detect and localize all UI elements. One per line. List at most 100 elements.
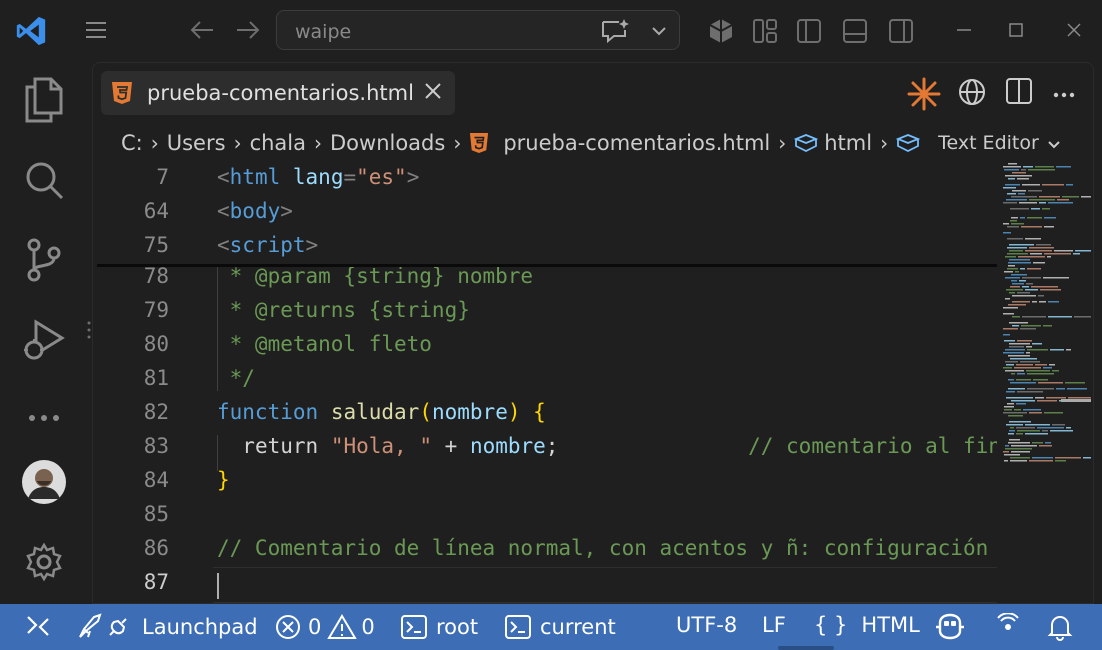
minimap-line [1011, 451, 1030, 453]
terminal-root-item[interactable]: root [400, 613, 478, 641]
minimap[interactable] [1001, 161, 1093, 603]
run-debug-icon[interactable] [18, 314, 70, 366]
line-number: 75 [143, 233, 169, 257]
minimap-line [1008, 355, 1030, 357]
minimap-line [1029, 412, 1042, 414]
close-tab-icon[interactable] [423, 81, 447, 105]
terminal-current-label: current [540, 615, 616, 639]
maximize-icon[interactable] [1004, 18, 1028, 42]
terminal-current-item[interactable]: current [504, 613, 616, 641]
menu-icon[interactable] [80, 14, 112, 46]
minimap-line [1009, 244, 1034, 246]
breadcrumb-editor[interactable]: Text Editor [938, 132, 1039, 154]
split-editor-icon[interactable] [1005, 77, 1035, 107]
minimap-line [1003, 352, 1024, 354]
braces-icon: { } [814, 613, 848, 637]
minimap-line [1012, 190, 1026, 192]
minimap-line [1005, 445, 1009, 447]
minimap-line [1052, 370, 1059, 372]
breadcrumb-user[interactable]: chala [250, 131, 306, 155]
forward-arrow-icon[interactable] [232, 14, 264, 46]
breadcrumb-file[interactable]: prueba-comentarios.html [503, 131, 770, 155]
launchpad-item[interactable]: Launchpad [76, 613, 258, 641]
current-line-highlight [213, 567, 997, 603]
minimap-line [1055, 457, 1081, 459]
minimap-line [1047, 256, 1051, 258]
breadcrumb-drive[interactable]: C: [121, 131, 143, 155]
code-line[interactable]: } [217, 468, 230, 492]
minimap-line [1007, 226, 1019, 228]
minimize-icon[interactable] [952, 18, 976, 42]
minimap-line [1046, 397, 1066, 399]
code-line[interactable]: * @metanol fleto [217, 332, 432, 356]
copilot-chat-icon[interactable] [599, 17, 631, 45]
breadcrumb-downloads[interactable]: Downloads [330, 131, 445, 155]
code-line[interactable]: * @param {string} nombre [217, 267, 533, 288]
minimap-line [1017, 373, 1025, 375]
eol-item[interactable]: LF [762, 613, 786, 637]
minimap-line [1066, 184, 1073, 186]
layout-icon[interactable] [748, 14, 782, 48]
explorer-icon[interactable] [18, 74, 70, 126]
minimap-line [1044, 217, 1056, 219]
toggle-panel-icon[interactable] [838, 14, 872, 48]
sparkle-icon[interactable] [907, 77, 941, 111]
code-line[interactable]: return "Hola, " + nombre; // comentario … [217, 434, 997, 458]
breadcrumb-users[interactable]: Users [167, 131, 226, 155]
chevron-down-icon[interactable] [1047, 131, 1061, 155]
copilot-icon[interactable] [934, 613, 966, 641]
toggle-secondary-sidebar-icon[interactable] [884, 14, 918, 48]
problems-item[interactable]: 0 0 [274, 613, 375, 641]
encoding-item[interactable]: UTF-8 [676, 613, 737, 637]
minimap-line [1019, 202, 1037, 204]
avatar[interactable] [18, 456, 70, 508]
back-arrow-icon[interactable] [186, 14, 218, 46]
search-icon[interactable] [18, 154, 70, 206]
code-line[interactable]: <script> [217, 233, 318, 257]
code-line[interactable]: function saludar(nombre) { [217, 400, 546, 424]
close-window-icon[interactable] [1062, 18, 1086, 42]
code-area[interactable]: 78 * @param {string} nombre 79 * @return… [93, 267, 997, 603]
breadcrumb-element[interactable]: html [824, 131, 872, 155]
minimap-line [1008, 265, 1015, 267]
editor-tab[interactable]: prueba-comentarios.html [101, 71, 455, 115]
command-center-search[interactable]: waipe [276, 10, 680, 50]
minimap-line [1020, 268, 1025, 270]
cube-icon[interactable] [704, 14, 738, 48]
notifications-bell-icon[interactable] [1046, 613, 1074, 641]
broadcast-icon[interactable] [994, 613, 1022, 639]
minimap-line [1012, 316, 1020, 318]
sticky-scroll: 7 <html lang="es"> 64 <body> 75 <script> [93, 161, 997, 265]
toggle-primary-sidebar-icon[interactable] [792, 14, 826, 48]
code-line[interactable]: * @returns {string} [217, 298, 470, 322]
code-line[interactable]: <html lang="es"> [217, 165, 419, 189]
remote-icon[interactable] [24, 613, 52, 639]
language-item[interactable]: { } HTML [814, 613, 920, 637]
more-actions-icon[interactable] [1053, 83, 1079, 103]
more-icon[interactable] [18, 392, 70, 444]
line-number: 81 [143, 366, 169, 390]
minimap-line [1003, 202, 1017, 204]
line-number: 79 [143, 298, 169, 322]
minimap-line [1003, 367, 1012, 369]
minimap-line [1028, 190, 1042, 192]
chevron-down-icon[interactable] [647, 19, 671, 43]
code-line[interactable]: <body> [217, 199, 293, 223]
code-line[interactable]: // Comentario de línea normal, con acent… [217, 536, 997, 560]
minimap-line [1027, 373, 1054, 375]
minimap-line [1025, 289, 1038, 291]
minimap-line [1037, 427, 1064, 429]
settings-gear-icon[interactable] [18, 536, 70, 588]
globe-icon[interactable] [957, 77, 987, 107]
source-control-icon[interactable] [18, 234, 70, 286]
minimap-line [1003, 232, 1011, 234]
minimap-line [1073, 253, 1080, 255]
minimap-line [1031, 208, 1040, 210]
minimap-line [1025, 424, 1050, 426]
minimap-line [1003, 223, 1009, 225]
minimap-line [1042, 430, 1048, 432]
code-line[interactable]: */ [217, 366, 255, 390]
scrollbar-track[interactable] [1094, 62, 1102, 604]
minimap-line [1048, 301, 1059, 303]
chevron-right-icon: › [453, 131, 462, 155]
